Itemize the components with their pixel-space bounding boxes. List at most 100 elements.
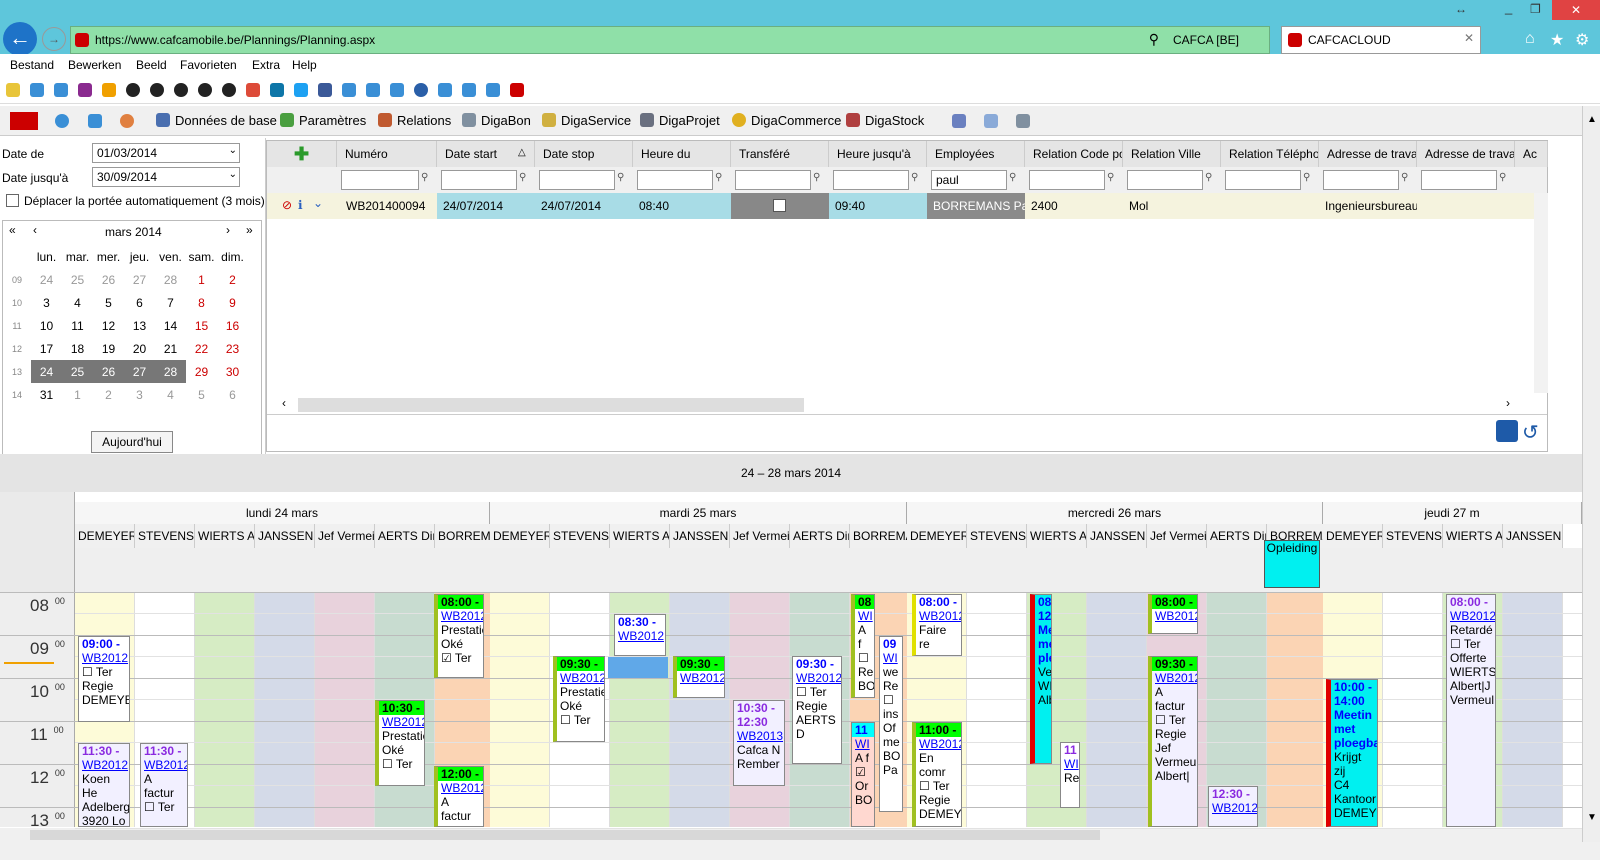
- resource-column[interactable]: [1503, 592, 1563, 827]
- event-card[interactable]: 12:00 - WB2012 A factur: [434, 766, 484, 827]
- column-filter-input[interactable]: [637, 170, 713, 190]
- toolbar-donnees-de-base[interactable]: Données de base: [146, 106, 287, 134]
- column-filter-input[interactable]: [735, 170, 811, 190]
- event-card[interactable]: 09:30 - WB2012 Prestatie Oké ☐ Ter: [553, 656, 605, 742]
- globe-icon[interactable]: [55, 114, 69, 128]
- fav-icon[interactable]: [198, 83, 212, 97]
- calendar-day[interactable]: 4: [155, 383, 186, 406]
- facebook-icon[interactable]: [318, 83, 332, 97]
- fav-page-icon[interactable]: [438, 83, 452, 97]
- fav-page-icon[interactable]: [486, 83, 500, 97]
- event-card[interactable]: 08:00 - WB2012 Retardé ☐ Ter Offerte WIERTS Al…: [1446, 594, 1496, 827]
- menu-bestand[interactable]: Bestand: [10, 58, 54, 72]
- menu-extra[interactable]: Extra: [252, 58, 280, 72]
- home-icon[interactable]: ⌂: [1525, 30, 1535, 48]
- sort-asc-icon[interactable]: △: [518, 147, 526, 158]
- resource-column[interactable]: [967, 592, 1027, 827]
- column-filter-input[interactable]: [539, 170, 615, 190]
- calendar-day[interactable]: 26: [93, 268, 124, 291]
- resize-icon[interactable]: ↔: [1455, 2, 1467, 16]
- calendar-day[interactable]: 30: [217, 360, 248, 383]
- fav-icon[interactable]: [174, 83, 188, 97]
- user-icon[interactable]: [120, 114, 134, 128]
- column-header[interactable]: Heure du: [633, 141, 731, 167]
- schedule-scroll-thumb[interactable]: [30, 830, 1100, 840]
- column-filter-input[interactable]: [1029, 170, 1105, 190]
- linkedin-icon[interactable]: [270, 83, 284, 97]
- restore-button[interactable]: ❐: [1530, 2, 1541, 16]
- date-jusqua-field[interactable]: 30/09/2014 ⌄: [92, 167, 240, 187]
- resource-column[interactable]: [195, 592, 255, 827]
- google-plus-icon[interactable]: [246, 83, 260, 97]
- fav-h-icon[interactable]: [78, 83, 92, 97]
- calendar-day[interactable]: 12: [93, 314, 124, 337]
- refresh-icon[interactable]: [88, 114, 102, 128]
- calendar-day[interactable]: 28: [155, 360, 186, 383]
- fav-page-icon[interactable]: [54, 83, 68, 97]
- checklist-icon[interactable]: [952, 114, 966, 128]
- calendar-day[interactable]: 19: [93, 337, 124, 360]
- transfere-checkbox[interactable]: [773, 199, 786, 212]
- fav-icon[interactable]: [102, 83, 116, 97]
- calendar-day[interactable]: 16: [217, 314, 248, 337]
- grid-vertical-scrollbar[interactable]: [1534, 193, 1548, 393]
- window-icon[interactable]: [984, 114, 998, 128]
- resource-column[interactable]: [1267, 592, 1325, 827]
- resource-column[interactable]: [255, 592, 315, 827]
- column-filter-input[interactable]: [1323, 170, 1399, 190]
- calendar-day[interactable]: 10: [31, 314, 62, 337]
- calendar-day[interactable]: 9: [217, 291, 248, 314]
- event-card[interactable]: 08:30 - WB2012: [614, 614, 666, 656]
- column-filter-input[interactable]: [1127, 170, 1203, 190]
- prev-year-icon[interactable]: «: [9, 223, 16, 237]
- chevron-down-icon[interactable]: ⌄: [229, 169, 237, 180]
- fav-cafca-icon[interactable]: [510, 83, 524, 97]
- move-range-checkbox[interactable]: [6, 194, 19, 207]
- fav-page-icon[interactable]: [462, 83, 476, 97]
- filter-icon[interactable]: ⚲: [1499, 172, 1511, 186]
- calendar-day[interactable]: 3: [124, 383, 155, 406]
- calendar-day[interactable]: 24: [31, 268, 62, 291]
- filter-icon[interactable]: ⚲: [519, 172, 531, 186]
- calendar-day[interactable]: 27: [124, 360, 155, 383]
- calendar-day[interactable]: 8: [186, 291, 217, 314]
- expand-icon[interactable]: ⌄: [313, 196, 323, 210]
- column-filter-input[interactable]: [1421, 170, 1497, 190]
- event-card[interactable]: 09:00 - WB2012 ☐ Ter Regie DEMEYE: [78, 636, 130, 722]
- column-filter-input[interactable]: [441, 170, 517, 190]
- event-card[interactable]: 12:30 - WB2012: [1208, 786, 1258, 827]
- filter-icon[interactable]: ⚲: [1401, 172, 1413, 186]
- fav-page-icon[interactable]: [342, 83, 356, 97]
- calendar-day[interactable]: 2: [217, 268, 248, 291]
- column-filter-input[interactable]: [833, 170, 909, 190]
- allday-event[interactable]: Opleiding: [1264, 540, 1320, 588]
- filter-icon[interactable]: ⚲: [1107, 172, 1119, 186]
- filter-icon[interactable]: ⚲: [1205, 172, 1217, 186]
- fav-icon[interactable]: [126, 83, 140, 97]
- today-button[interactable]: Aujourd'hui: [91, 431, 173, 453]
- toolbar-digacommerce[interactable]: DigaCommerce: [722, 106, 851, 134]
- close-window-button[interactable]: ✕: [1552, 0, 1600, 20]
- fav-page-icon[interactable]: [366, 83, 380, 97]
- filter-icon[interactable]: ⚲: [617, 172, 629, 186]
- calendar-day[interactable]: 15: [186, 314, 217, 337]
- column-header[interactable]: Numéro: [337, 141, 437, 167]
- calendar-day[interactable]: 26: [93, 360, 124, 383]
- calendar-day[interactable]: 1: [62, 383, 93, 406]
- filter-icon[interactable]: ⚲: [1009, 172, 1021, 186]
- fav-icon[interactable]: [222, 83, 236, 97]
- calendar-day[interactable]: 6: [217, 383, 248, 406]
- back-button[interactable]: ←: [3, 22, 37, 56]
- event-card[interactable]: 09:30 - WB2012 A factur ☐ Ter Regie Jef Vermeu…: [1148, 656, 1198, 827]
- column-header[interactable]: Employées: [927, 141, 1025, 167]
- date-de-field[interactable]: 01/03/2014 ⌄: [92, 143, 240, 163]
- filter-icon[interactable]: ⚲: [1303, 172, 1315, 186]
- calendar-day[interactable]: 29: [186, 360, 217, 383]
- column-header[interactable]: Relation Ville: [1123, 141, 1221, 167]
- event-card[interactable]: 08:00 - WB2012: [1148, 594, 1198, 634]
- calendar-day[interactable]: 25: [62, 360, 93, 383]
- event-card[interactable]: 09 WI we Re ☐ ins Of me BO Pa: [879, 636, 903, 812]
- event-card[interactable]: 09:30 - WB2012 ☐ Ter Regie AERTS D: [792, 656, 842, 764]
- menu-favorieten[interactable]: Favorieten: [180, 58, 237, 72]
- calendar-day[interactable]: 3: [31, 291, 62, 314]
